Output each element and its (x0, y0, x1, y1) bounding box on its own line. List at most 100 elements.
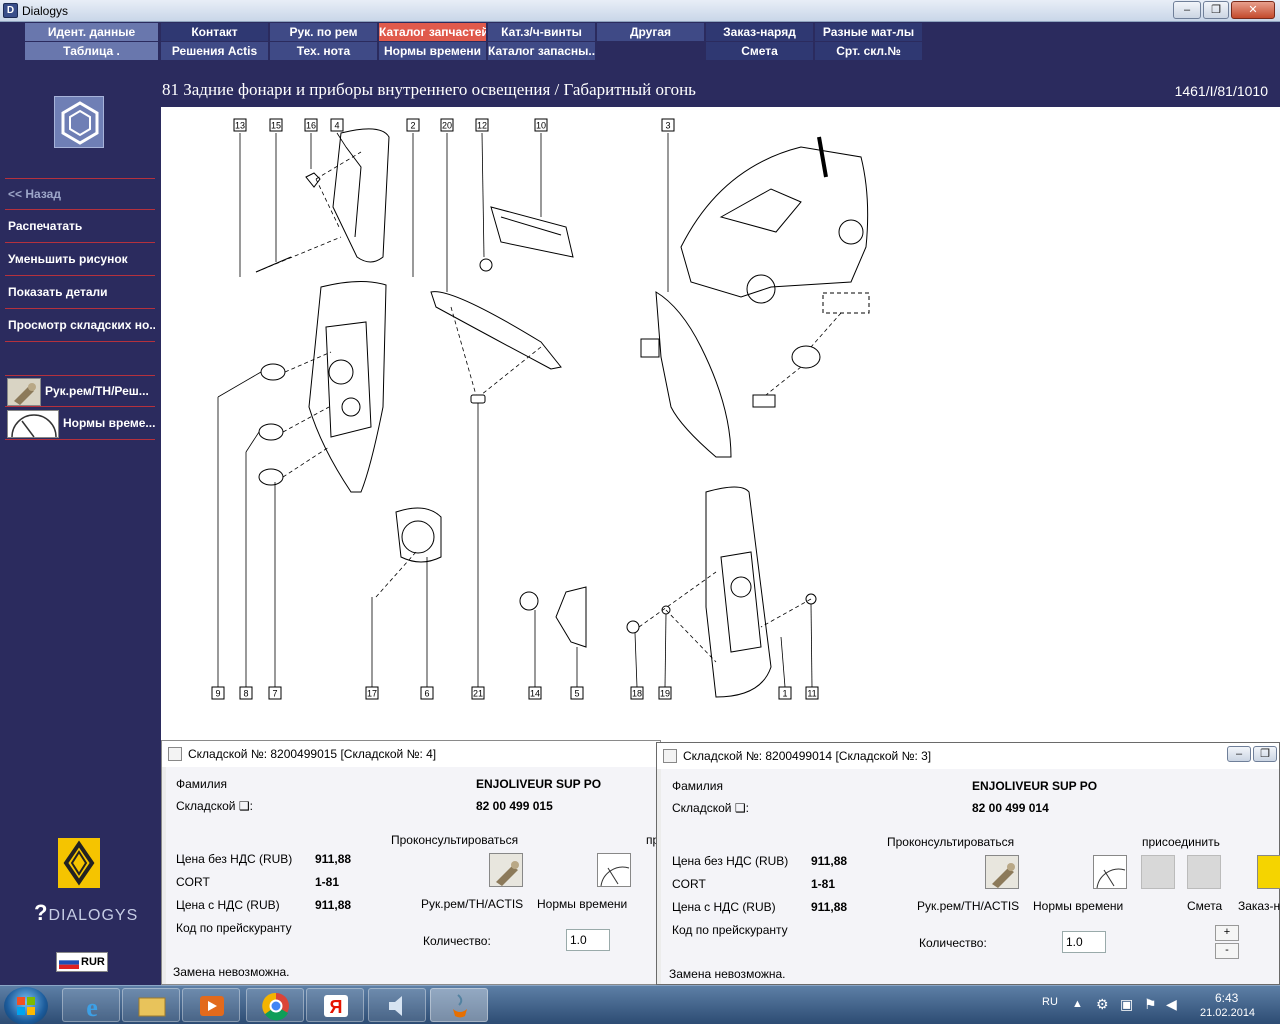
taskbar-yandex[interactable]: Я (306, 988, 364, 1022)
callout-11[interactable]: 11 (805, 686, 819, 700)
menu-repair-manual[interactable]: Рук. по рем (270, 23, 378, 41)
callout-label: 13 (235, 121, 245, 131)
close-button[interactable]: ✕ (1231, 1, 1275, 19)
labour-times-label: Нормы времени (1033, 899, 1124, 913)
callout-4[interactable]: 4 (330, 118, 344, 132)
tool-labour-times[interactable]: Нормы време... (5, 408, 155, 440)
menu-actis-solutions[interactable]: Решения Actis (161, 42, 269, 60)
taskbar-explorer[interactable] (122, 988, 180, 1022)
menu-screws-catalog[interactable]: Кат.з/ч-винты (488, 23, 596, 41)
price-value: 911,88 (315, 852, 352, 866)
callout-1[interactable]: 1 (778, 686, 792, 700)
menu-other[interactable]: Другая (597, 23, 705, 41)
exploded-diagram[interactable]: 13 15 16 4 2 20 12 10 3 9 8 7 17 6 21 14 5 18 19 1 11 (161, 107, 1280, 743)
callout-18[interactable]: 18 (630, 686, 644, 700)
currency-badge[interactable]: RUR (56, 952, 108, 972)
callout-13[interactable]: 13 (233, 118, 247, 132)
minimize-button[interactable]: – (1173, 1, 1201, 19)
estimate-icon[interactable] (1141, 855, 1175, 889)
callout-label: 1 (782, 689, 787, 699)
replacement-status: Замена невозможна. (669, 967, 786, 981)
callout-label: 8 (243, 689, 248, 699)
callout-3[interactable]: 3 (661, 118, 675, 132)
callout-5[interactable]: 5 (570, 686, 584, 700)
attach-icon[interactable] (1187, 855, 1221, 889)
callout-7[interactable]: 7 (268, 686, 282, 700)
labour-times-icon[interactable] (1093, 855, 1127, 889)
repair-manual-icon (7, 378, 41, 406)
menu-contact[interactable]: Контакт (161, 23, 269, 41)
work-order-icon[interactable] (1257, 855, 1280, 889)
labour-times-icon[interactable] (597, 853, 631, 887)
nav-show-details[interactable]: Показать детали (5, 277, 155, 309)
speaker-icon (389, 996, 402, 1016)
taskbar-chrome[interactable] (246, 988, 304, 1022)
callout-17[interactable]: 17 (365, 686, 379, 700)
clock-time[interactable]: 6:43 (1215, 991, 1238, 1005)
callout-19[interactable]: 19 (658, 686, 672, 700)
tray-expand-icon[interactable]: ▲ (1072, 998, 1083, 1010)
yandex-icon: Я (324, 995, 348, 1017)
dialog-maximize-button[interactable]: ❐ (1253, 746, 1277, 762)
quantity-decrement-button[interactable]: - (1215, 943, 1239, 959)
callout-label: 6 (424, 689, 429, 699)
quantity-input[interactable]: 1.0 (1062, 931, 1106, 953)
svg-text:e: e (86, 993, 98, 1022)
callout-2[interactable]: 2 (406, 118, 420, 132)
callout-12[interactable]: 12 (475, 118, 489, 132)
menu-parts-catalog[interactable]: Каталог запчастей (379, 23, 487, 41)
callout-15[interactable]: 15 (269, 118, 283, 132)
language-indicator[interactable]: RU (1042, 996, 1058, 1008)
menu-stock-number[interactable]: Срт. скл.№ (815, 42, 923, 60)
nav-back[interactable]: << Назад (5, 178, 155, 210)
taskbar-media-player[interactable] (182, 988, 240, 1022)
price-code-label: Код по прейскуранту (672, 923, 788, 937)
callout-14[interactable]: 14 (528, 686, 542, 700)
maximize-button[interactable]: ❐ (1203, 1, 1229, 19)
dialog-minimize-button[interactable]: – (1227, 746, 1251, 762)
menu-tech-note[interactable]: Тех. нота (270, 42, 378, 60)
callout-8[interactable]: 8 (239, 686, 253, 700)
menu-spares-catalog[interactable]: Каталог запасны... (488, 42, 596, 60)
dialog-titlebar[interactable]: Складской №: 8200499014 [Складской №: 3]… (657, 743, 1279, 769)
taskbar-internet-explorer[interactable]: e (62, 988, 120, 1022)
nav-view-stock-numbers[interactable]: Просмотр складских но... (5, 310, 155, 342)
start-button[interactable] (4, 987, 48, 1024)
price-value: 911,88 (811, 854, 848, 868)
action-center-icon[interactable]: ⚑ (1144, 996, 1157, 1013)
steam-icon[interactable]: ⚙ (1096, 996, 1109, 1013)
callout-6[interactable]: 6 (420, 686, 434, 700)
quantity-input[interactable]: 1.0 (566, 929, 610, 951)
volume-icon[interactable]: ◀ (1166, 996, 1177, 1013)
menu-ident-data[interactable]: Идент. данные (25, 23, 159, 41)
network-icon[interactable]: ▣ (1120, 996, 1133, 1013)
tool-repair-manual[interactable]: Рук.рем/ТН/Реш... (5, 375, 155, 407)
callout-9[interactable]: 9 (211, 686, 225, 700)
labour-times-icon (7, 410, 59, 438)
internet-explorer-icon: e (86, 993, 98, 1022)
callout-10[interactable]: 10 (534, 118, 548, 132)
dialog-titlebar[interactable]: Складской №: 8200499015 [Складской №: 4] (162, 741, 660, 767)
java-icon (453, 994, 467, 1018)
window-title: Dialogys (22, 4, 69, 18)
callout-21[interactable]: 21 (471, 686, 485, 700)
price-vat-label: Цена с НДС (RUB) (672, 900, 776, 914)
menu-estimate[interactable]: Смета (706, 42, 814, 60)
menu-work-order[interactable]: Заказ-наряд (706, 23, 814, 41)
callout-16[interactable]: 16 (304, 118, 318, 132)
clock-date[interactable]: 21.02.2014 (1200, 1007, 1255, 1019)
callout-label: 15 (271, 121, 281, 131)
taskbar-java-dialogys[interactable] (430, 988, 488, 1022)
callout-20[interactable]: 20 (440, 118, 454, 132)
menu-labour-times[interactable]: Нормы времени (379, 42, 487, 60)
nav-print[interactable]: Распечатать (5, 211, 155, 243)
part-number-value: 82 00 499 015 (476, 799, 553, 813)
repair-manual-icon[interactable] (489, 853, 523, 887)
taskbar-audio[interactable] (368, 988, 426, 1022)
nav-shrink-image[interactable]: Уменьшить рисунок (5, 244, 155, 276)
quantity-increment-button[interactable]: + (1215, 925, 1239, 941)
menu-table[interactable]: Таблица . (25, 42, 159, 60)
folder-icon (138, 997, 166, 1017)
menu-misc-materials[interactable]: Разные мат-лы (815, 23, 923, 41)
repair-manual-icon[interactable] (985, 855, 1019, 889)
